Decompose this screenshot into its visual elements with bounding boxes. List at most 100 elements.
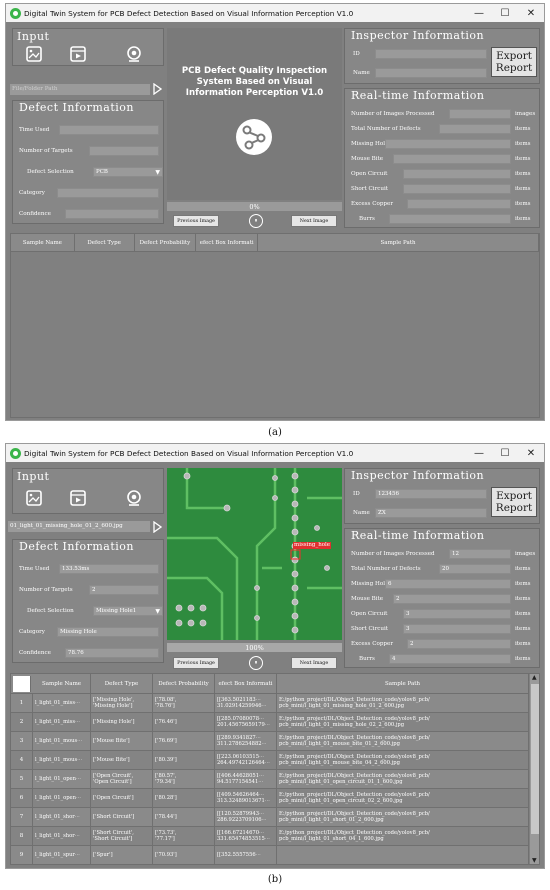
previous-image-button[interactable]: Previous Image [173,657,219,669]
id-field[interactable] [375,49,487,59]
table-cell-type: ['Mouse Bite'] [91,751,153,770]
table-row[interactable]: 3 l_light_01_mous⋯ ['Mouse Bite'] ['76.69']… [11,732,529,751]
export-report-button[interactable]: Export Report [491,47,537,77]
table-row[interactable]: 4 l_light_01_mous⋯ ['Mouse Bite'] ['80.39']… [11,751,529,770]
column-header[interactable]: efect Box Informati [196,234,259,251]
table-row[interactable]: 9 l_light_01_spur⋯ ['Spur'] ['70.93'] [[352.… [11,846,529,864]
close-button[interactable]: ✕ [518,444,544,462]
defect-selection-value: Missing Hole1 [96,608,137,614]
window-b: Digital Twin System for PCB Defect Detec… [5,443,545,869]
select-all-corner[interactable] [13,676,31,692]
play-icon[interactable] [152,521,162,533]
realtime-unit: items [515,581,531,587]
table-cell-type: ['Short Circuit'] [91,808,153,827]
table-cell-name: l_light_01_shor⋯ [33,808,91,827]
table-cell-box: [[285.07080078⋯ 201.45675659179⋯ [215,713,277,732]
realtime-unit: items [515,126,531,132]
column-header[interactable]: Defect Type [75,234,135,251]
realtime-label: Missing Hole [351,141,389,147]
column-header[interactable]: efect Box Informati [215,674,277,693]
close-button[interactable]: ✕ [518,4,544,22]
table-row[interactable]: 6 l_light_01_open⋯ ['Open Circuit'] ['80.28… [11,789,529,808]
table-cell-box: [[166.67214670⋯ 331.65474853515⋯ [215,827,277,846]
realtime-label: Burrs [359,656,375,662]
table-cell-prob: ['80.57', '79.34'] [153,770,215,789]
previous-image-button[interactable]: Previous Image [173,215,219,227]
table-cell-type: ['Spur'] [91,846,153,864]
realtime-value-field [403,184,511,194]
table-row[interactable]: 7 l_light_01_shor⋯ ['Short Circuit'] ['78.4… [11,808,529,827]
realtime-unit: items [515,641,531,647]
realtime-label: Excess Copper [351,201,393,207]
file-path-input[interactable]: File/Folder Path [10,84,150,95]
name-field[interactable]: ZX [375,508,487,518]
play-icon[interactable] [152,83,162,95]
video-icon[interactable] [69,489,87,507]
image-icon[interactable] [25,45,43,63]
defect-info-title: Defect Information [19,101,135,114]
video-icon[interactable] [69,45,87,63]
realtime-unit: items [515,171,531,177]
table-row[interactable]: 2 l_light_01_miss⋯ ['Missing Hole'] ['76.46… [11,713,529,732]
realtime-label: Number of Images Processed [351,551,435,557]
camera-icon[interactable] [125,45,143,63]
camera-icon[interactable] [125,489,143,507]
id-field[interactable]: 123456 [375,489,487,499]
progress-bar: 100% [167,643,342,652]
realtime-label: Total Number of Defects [351,126,421,132]
chevron-down-icon: ▼ [155,169,160,176]
realtime-value-field [403,169,511,179]
maximize-button[interactable]: ☐ [492,444,518,462]
scroll-down-icon[interactable]: ▼ [532,857,537,864]
table-cell-path: E:/python_project/DL/Object_Detection_co… [277,751,529,770]
export-report-button[interactable]: Export Report [491,487,537,517]
table-cell-box: [[289.9341827⋯ 311.2786254882⋯ [215,732,277,751]
table-cell-path: E:/python_project/DL/Object_Detection_co… [277,808,529,827]
scroll-up-icon[interactable]: ▲ [532,674,537,681]
time-used-field: 133.53ms [59,564,159,574]
table-row[interactable]: 1 l_light_01_miss⋯ ['Missing Hole', 'Missi… [11,694,529,713]
realtime-unit: items [515,566,531,572]
minimize-button[interactable]: — [466,4,492,22]
maximize-button[interactable]: ☐ [492,4,518,22]
table-cell-prob: ['70.93'] [153,846,215,864]
defect-selection-dropdown[interactable]: Missing Hole1 ▼ [93,606,163,616]
input-panel: Input [12,28,164,66]
next-image-button[interactable]: Next Image [291,215,337,227]
realtime-label: Open Circuit [351,171,388,177]
table-row[interactable]: 5 l_light_01_open⋯ ['Open Circuit', 'Open … [11,770,529,789]
column-header[interactable]: Defect Probability [153,674,215,693]
next-image-button[interactable]: Next Image [291,657,337,669]
realtime-label: Missing Hole [351,581,389,587]
column-header[interactable]: Sample Name [11,234,75,251]
export-label-2: Report [495,62,533,74]
file-path-input[interactable]: 01_light_01_missing_hole_01_2_600.jpg [8,521,150,532]
table-cell-name: l_light_01_open⋯ [33,770,91,789]
realtime-value-field [449,109,511,119]
column-header[interactable]: Sample Path [258,234,539,251]
scrollbar[interactable]: ▲ ▼ [530,674,539,864]
column-header[interactable]: Defect Probability [135,234,197,251]
realtime-unit: items [515,656,531,662]
input-title: Input [17,470,50,483]
name-label: Name [353,70,370,76]
column-header[interactable]: Defect Type [91,674,153,693]
table-cell-n: 7 [11,808,33,827]
image-icon[interactable] [25,489,43,507]
realtime-title: Real-time Information [351,89,485,102]
column-header[interactable]: Sample Path [277,674,529,693]
table-header: Sample Name Defect Type Defect Probability… [11,234,539,252]
confidence-field: 78.76 [65,648,159,658]
pause-button[interactable]: ⏸ [249,656,263,670]
scrollbar-thumb[interactable] [531,684,539,834]
column-header[interactable]: Sample Name [33,674,91,693]
table-cell-path: E:/python_project/DL/Object_Detection_co… [277,694,529,713]
table-cell-box: [[363.5021183⋯ 31.02914259946⋯ [215,694,277,713]
name-field[interactable] [375,68,487,78]
table-row[interactable]: 8 l_light_01_shor⋯ ['Short Circuit', 'Shor… [11,827,529,846]
table-cell-type: ['Mouse Bite'] [91,732,153,751]
minimize-button[interactable]: — [466,444,492,462]
pause-button[interactable]: ⏸ [249,214,263,228]
confidence-label: Confidence [19,650,51,656]
defect-selection-dropdown[interactable]: PCB ▼ [93,167,163,177]
